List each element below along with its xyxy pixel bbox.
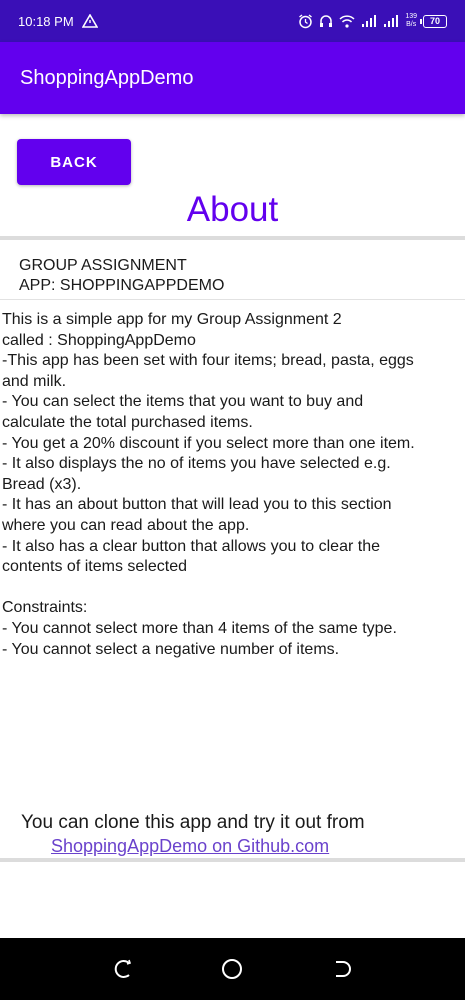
alarm-icon <box>298 13 313 29</box>
wifi-icon <box>339 14 355 28</box>
status-bar-right: 139 B/s 70 <box>298 13 447 29</box>
group-info: GROUP ASSIGNMENT APP: SHOPPINGAPPDEMO <box>19 256 224 296</box>
group-line-1: GROUP ASSIGNMENT <box>19 257 187 274</box>
page-title: About <box>186 190 279 229</box>
github-link[interactable]: ShoppingAppDemo on Github.com <box>51 836 329 857</box>
home-icon[interactable] <box>212 949 252 989</box>
signal-icon <box>361 15 377 27</box>
group-line-2: APP: SHOPPINGAPPDEMO <box>19 277 225 294</box>
status-bar-left: 10:18 PM <box>18 14 98 29</box>
clone-text: You can clone this app and try it out fr… <box>21 812 365 833</box>
battery-icon: 70 <box>420 14 447 28</box>
app-title: ShoppingAppDemo <box>20 66 194 89</box>
divider <box>0 858 465 862</box>
status-bar: 10:18 PM 139 B/s 70 <box>0 0 465 42</box>
battery-level: 70 <box>429 16 440 26</box>
divider <box>0 299 465 300</box>
signal-icon <box>383 15 399 27</box>
speed-unit: B/s <box>406 21 417 28</box>
warning-triangle-icon <box>81 14 98 28</box>
speed-value: 139 <box>405 13 417 20</box>
recents-icon[interactable] <box>321 949 361 989</box>
network-speed: 139 B/s <box>405 13 417 29</box>
navigation-bar <box>0 938 465 1000</box>
status-time: 10:18 PM <box>18 13 74 29</box>
back-gesture-icon[interactable] <box>104 949 144 989</box>
app-bar: ShoppingAppDemo <box>0 42 465 114</box>
divider <box>0 236 465 240</box>
headset-icon <box>319 14 333 28</box>
app-description: This is a simple app for my Group Assign… <box>2 311 415 658</box>
back-button[interactable]: BACK <box>17 139 131 185</box>
